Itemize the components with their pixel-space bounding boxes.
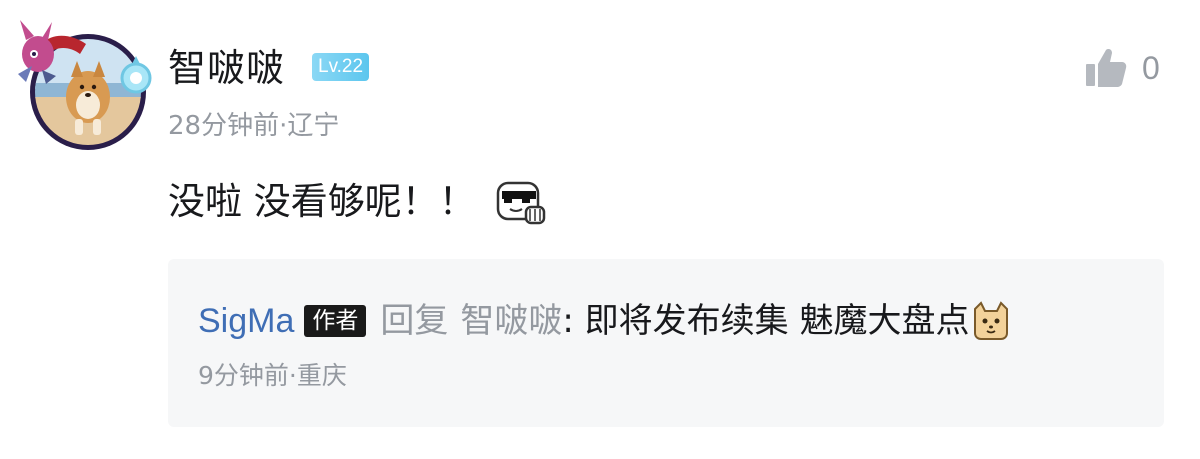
comment-body: 没啦 没看够呢！！ bbox=[168, 176, 546, 228]
reply-author[interactable]: SigMa bbox=[198, 297, 294, 345]
avatar-container[interactable] bbox=[12, 14, 156, 158]
pendant-orb-icon bbox=[120, 56, 152, 94]
pendant-imp-icon bbox=[18, 20, 86, 84]
reply-box[interactable]: SigMa 作者 回复 智啵啵 : 即将发布续集 魅魔大盘点 9分钟前·重庆 bbox=[168, 259, 1164, 427]
level-badge: Lv.22 bbox=[312, 53, 370, 81]
reply-prefix: 回复 bbox=[380, 301, 449, 341]
username[interactable]: 智啵啵 bbox=[168, 44, 285, 92]
sunglasses-emoji-icon bbox=[496, 181, 546, 225]
cat-face-emoji-icon bbox=[974, 301, 1009, 340]
reply-target[interactable]: 智啵啵 bbox=[460, 297, 562, 345]
author-tag: 作者 bbox=[304, 305, 367, 337]
comment-meta: 28分钟前·辽宁 bbox=[168, 111, 340, 141]
reply-line: SigMa 作者 回复 智啵啵 : 即将发布续集 魅魔大盘点 bbox=[198, 297, 1011, 345]
thumbs-up-icon bbox=[1086, 49, 1127, 87]
comment-text: 没啦 没看够呢！！ bbox=[168, 180, 476, 223]
reply-meta: 9分钟前·重庆 bbox=[198, 361, 347, 390]
reply-text: : 即将发布续集 魅魔大盘点 bbox=[562, 301, 970, 341]
like-button[interactable]: 0 bbox=[1084, 46, 1160, 90]
like-count: 0 bbox=[1142, 50, 1160, 86]
